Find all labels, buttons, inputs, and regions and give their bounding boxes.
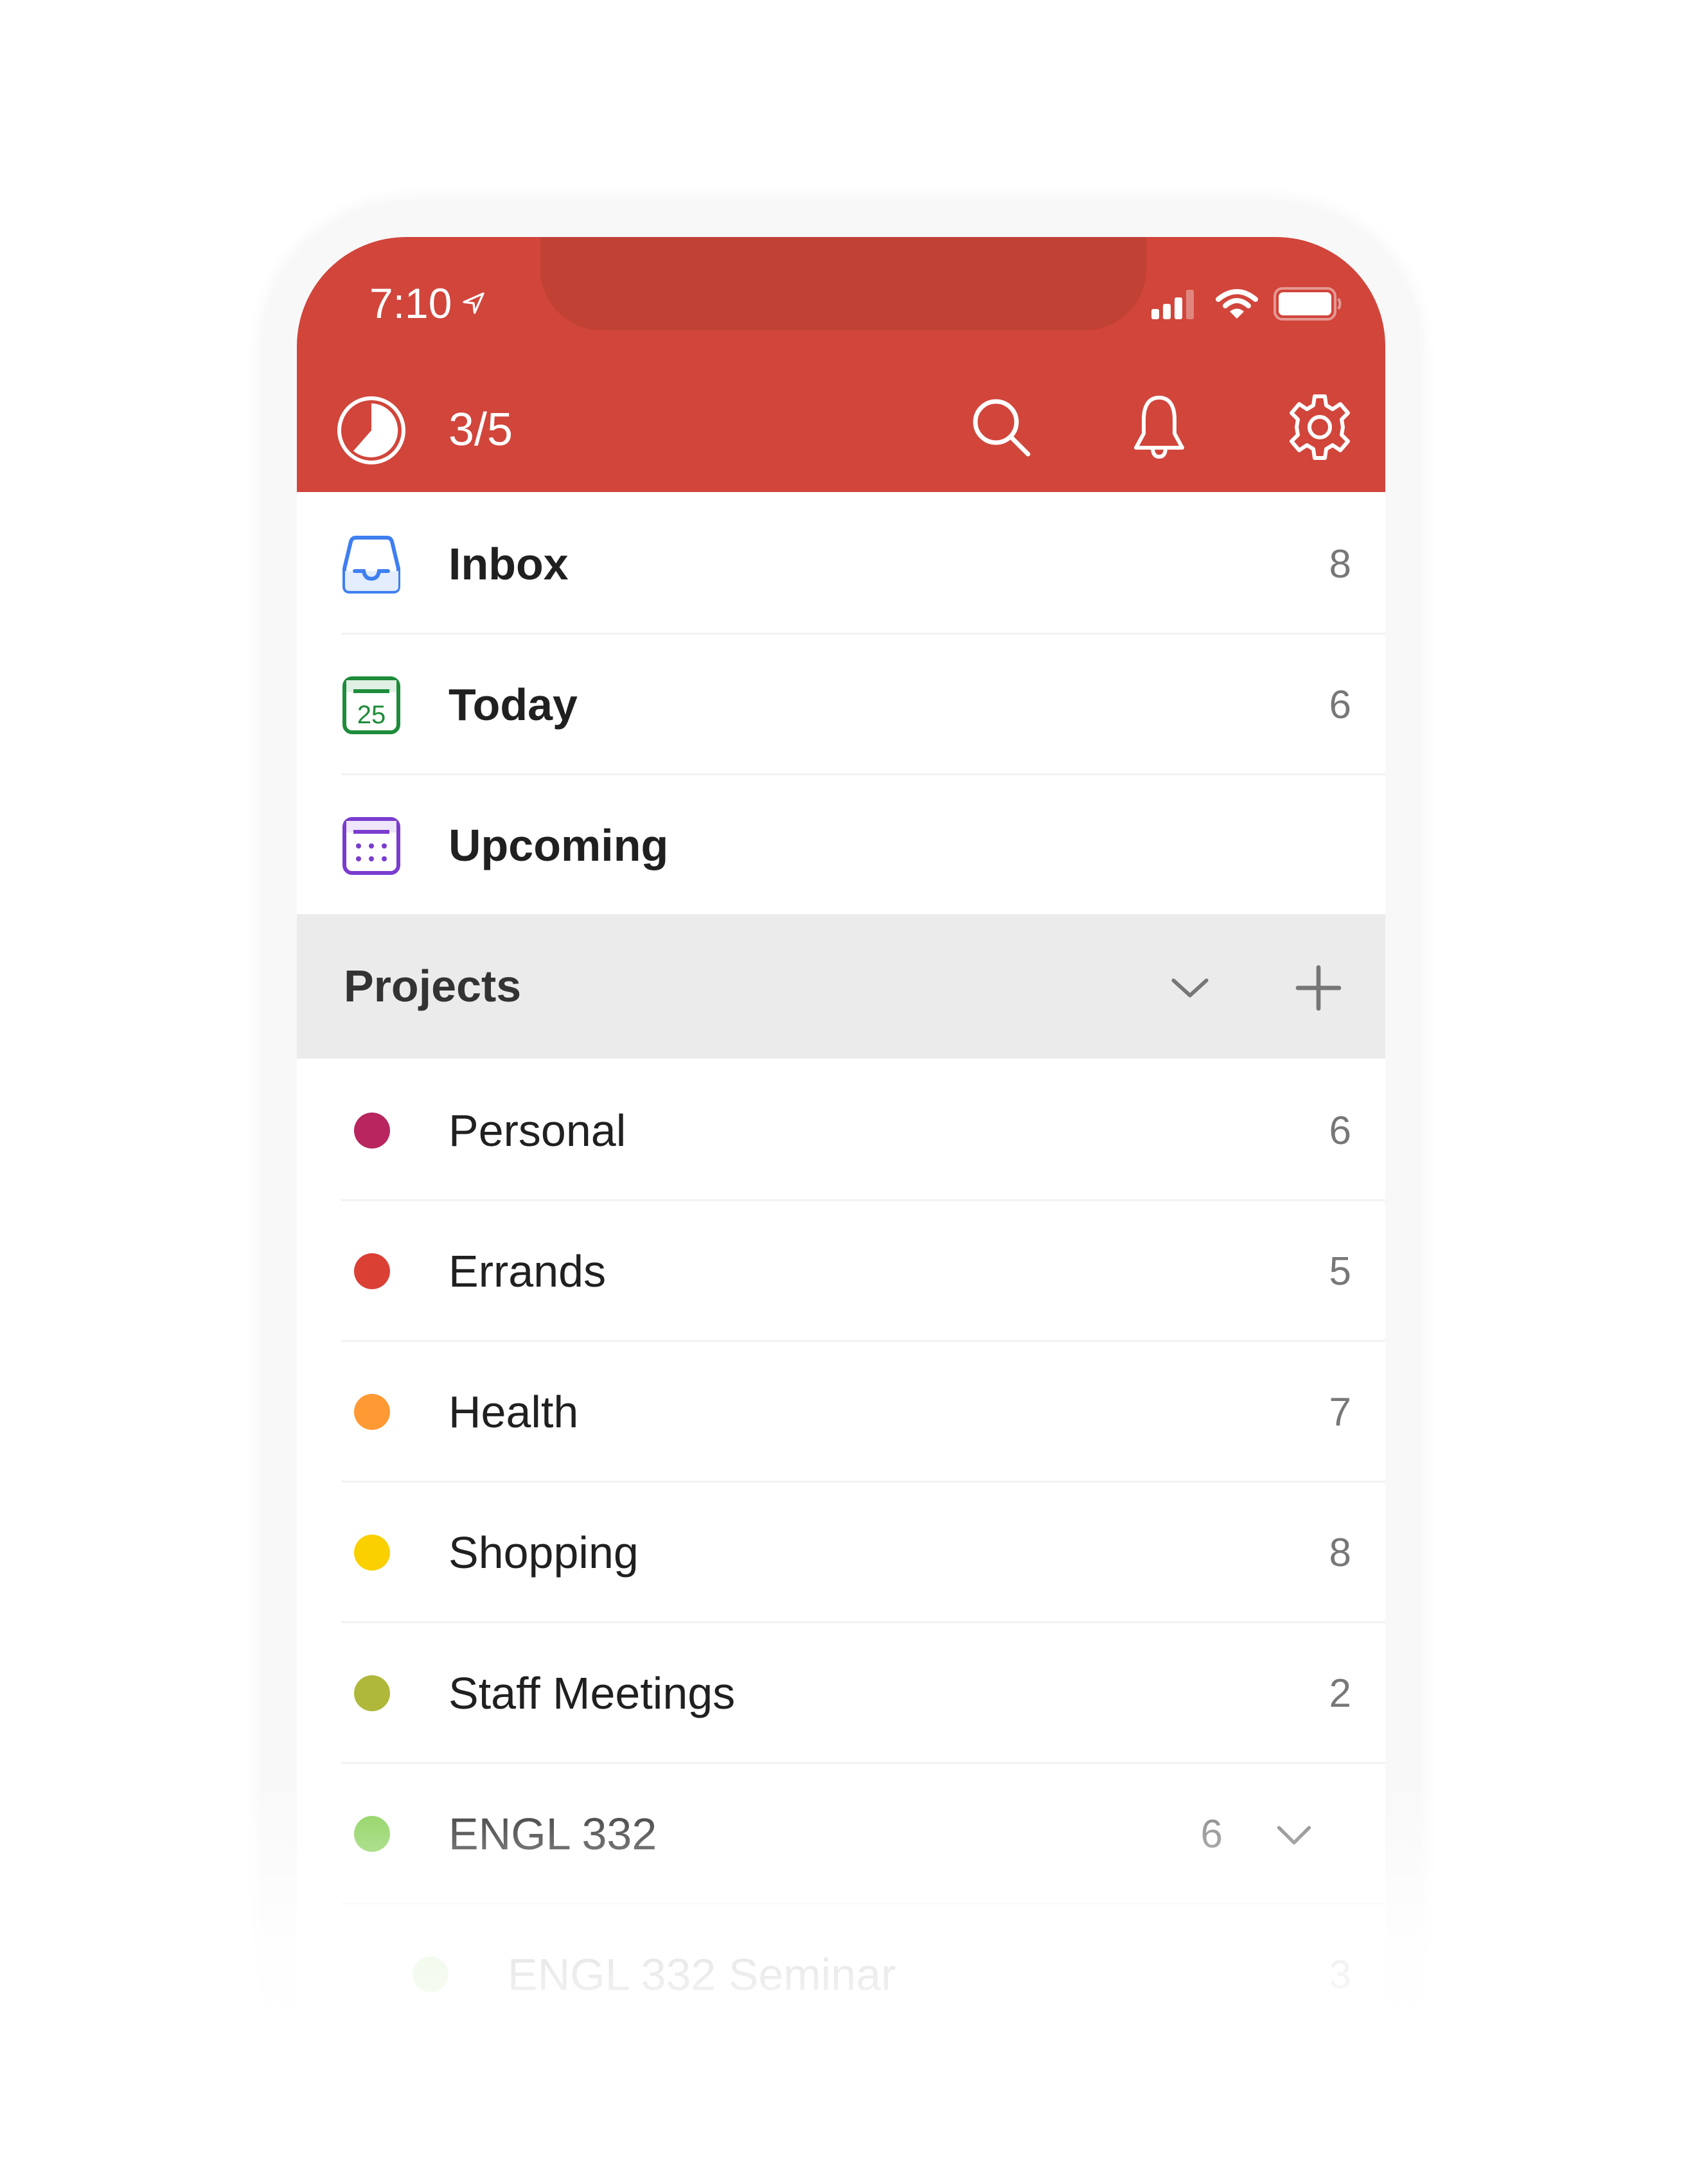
wifi-icon bbox=[1216, 289, 1258, 319]
project-color-dot bbox=[354, 1675, 390, 1711]
karma-progress-text[interactable]: 3/5 bbox=[448, 407, 513, 453]
projects-section-header[interactable]: Projects bbox=[297, 914, 1385, 1059]
task-count: 8 bbox=[1329, 1531, 1351, 1575]
project-item[interactable]: Shopping 8 bbox=[297, 1483, 1385, 1623]
nav-label: Upcoming bbox=[448, 820, 669, 870]
plus-icon[interactable] bbox=[1293, 962, 1344, 1014]
calendar-date-text: 25 bbox=[357, 701, 386, 729]
project-item[interactable]: Health 7 bbox=[297, 1342, 1385, 1483]
task-count: 2 bbox=[1329, 1671, 1351, 1716]
project-color-dot bbox=[354, 1113, 390, 1149]
calendar-upcoming-icon bbox=[342, 817, 400, 875]
task-count: 7 bbox=[1329, 1390, 1351, 1434]
status-time: 7:10 bbox=[369, 282, 486, 324]
nav-item-inbox[interactable]: Inbox 8 bbox=[297, 494, 1385, 635]
project-label: Personal bbox=[448, 1105, 626, 1156]
chevron-down-icon[interactable] bbox=[1167, 965, 1212, 1010]
inbox-icon bbox=[342, 536, 400, 594]
project-item[interactable]: Staff Meetings 2 bbox=[297, 1623, 1385, 1764]
device-notch bbox=[540, 237, 1146, 330]
status-indicators bbox=[1151, 287, 1343, 321]
nav-label: Today bbox=[448, 680, 578, 730]
gear-icon[interactable] bbox=[1284, 391, 1356, 463]
nav-item-upcoming[interactable]: Upcoming bbox=[297, 775, 1385, 916]
top-bar: 7:10 3/5 bbox=[297, 237, 1385, 492]
project-color-dot bbox=[354, 1253, 390, 1289]
project-color-dot bbox=[354, 1535, 390, 1571]
task-count: 6 bbox=[1329, 683, 1351, 727]
battery-icon bbox=[1273, 287, 1342, 321]
project-color-dot bbox=[354, 1394, 390, 1430]
nav-item-today[interactable]: 25 Today 6 bbox=[297, 635, 1385, 775]
nav-label: Inbox bbox=[448, 539, 569, 589]
cellular-signal-icon bbox=[1151, 290, 1194, 319]
bell-icon[interactable] bbox=[1123, 391, 1195, 463]
task-count: 8 bbox=[1329, 542, 1351, 586]
project-label: Health bbox=[448, 1387, 579, 1437]
project-label: Staff Meetings bbox=[448, 1668, 736, 1718]
karma-pie-icon[interactable] bbox=[335, 394, 407, 466]
calendar-today-icon: 25 bbox=[342, 676, 400, 734]
search-icon[interactable] bbox=[965, 391, 1037, 463]
project-label: Shopping bbox=[448, 1528, 639, 1578]
project-item[interactable]: Errands 5 bbox=[297, 1201, 1385, 1342]
task-count: 5 bbox=[1329, 1249, 1351, 1294]
location-arrow-icon bbox=[463, 292, 485, 314]
projects-title: Projects bbox=[344, 961, 522, 1011]
project-item[interactable]: Personal 6 bbox=[297, 1061, 1385, 1201]
bottom-fade-overlay bbox=[244, 1773, 1442, 2184]
project-label: Errands bbox=[448, 1246, 607, 1296]
time-text: 7:10 bbox=[369, 279, 452, 327]
task-count: 6 bbox=[1329, 1109, 1351, 1153]
